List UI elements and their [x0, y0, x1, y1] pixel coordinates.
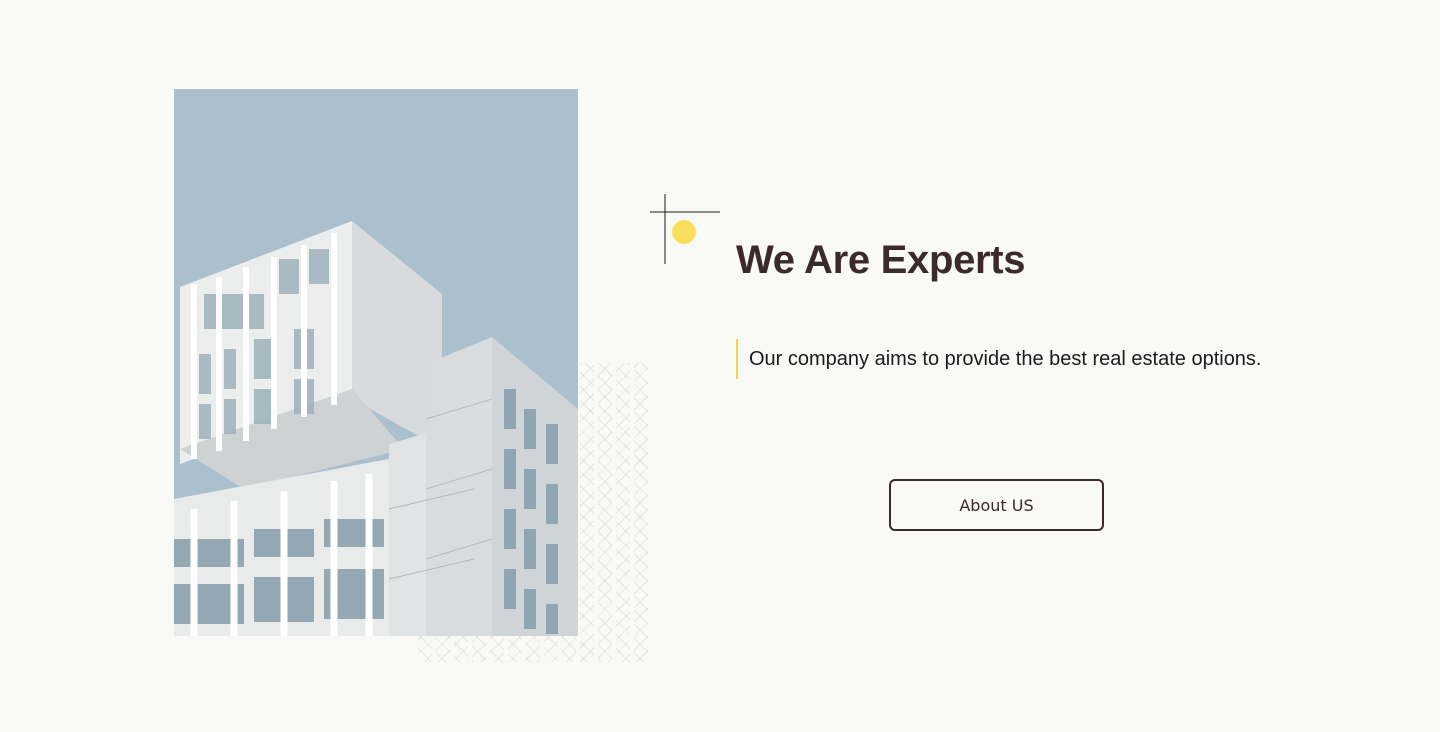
section-heading: We Are Experts [736, 238, 1026, 282]
crosshair-dot-icon [650, 194, 722, 266]
tagline-text: Our company aims to provide the best rea… [749, 347, 1262, 370]
building-photo [174, 89, 578, 636]
about-us-button[interactable]: About US [889, 479, 1104, 531]
tagline-block: Our company aims to provide the best rea… [736, 339, 1262, 379]
experts-section: We Are Experts Our company aims to provi… [0, 0, 1440, 732]
